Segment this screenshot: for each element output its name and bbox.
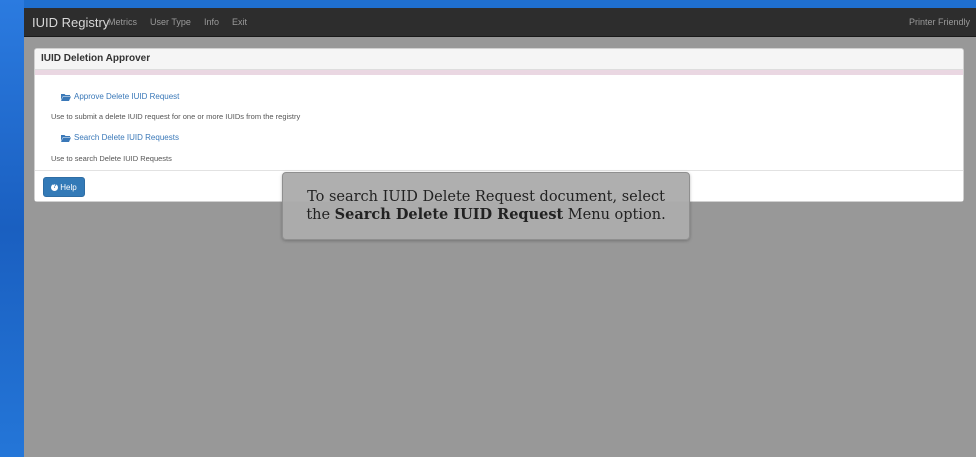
folder-open-icon bbox=[61, 93, 71, 101]
question-circle-icon: ? bbox=[51, 183, 59, 191]
callout-line-2-post: Menu option. bbox=[563, 207, 666, 223]
callout-bold-menu-option: Search Delete IUID Request bbox=[334, 206, 564, 223]
approve-delete-request-link[interactable]: Approve Delete IUID Request bbox=[61, 92, 179, 101]
top-navbar: IUID Registry Metrics User Type Info Exi… bbox=[24, 8, 976, 37]
nav-exit[interactable]: Exit bbox=[232, 17, 247, 27]
help-button[interactable]: ? Help bbox=[43, 177, 85, 197]
tutorial-callout: To search IUID Delete Request document, … bbox=[282, 172, 690, 240]
brand-link[interactable]: IUID Registry bbox=[32, 15, 109, 30]
callout-line-2: the Search Delete IUID Request Menu opti… bbox=[283, 206, 689, 224]
callout-line-1: To search IUID Delete Request document, … bbox=[307, 189, 665, 205]
panel-title: IUID Deletion Approver bbox=[35, 49, 963, 70]
callout-line-2-pre: the bbox=[306, 207, 335, 223]
nav-metrics[interactable]: Metrics bbox=[108, 17, 137, 27]
search-delete-requests-link[interactable]: Search Delete IUID Requests bbox=[61, 133, 179, 142]
search-delete-requests-desc: Use to search Delete IUID Requests bbox=[51, 154, 172, 163]
folder-open-icon bbox=[61, 134, 71, 142]
help-label: Help bbox=[60, 182, 77, 192]
nav-info[interactable]: Info bbox=[204, 17, 219, 27]
nav-user-type[interactable]: User Type bbox=[150, 17, 191, 27]
panel-accent-bar bbox=[35, 70, 963, 75]
desktop-background bbox=[0, 0, 24, 457]
approve-delete-request-label: Approve Delete IUID Request bbox=[74, 92, 180, 101]
approve-delete-request-desc: Use to submit a delete IUID request for … bbox=[51, 112, 301, 121]
printer-friendly-link[interactable]: Printer Friendly bbox=[909, 17, 970, 27]
search-delete-requests-label: Search Delete IUID Requests bbox=[74, 133, 179, 142]
